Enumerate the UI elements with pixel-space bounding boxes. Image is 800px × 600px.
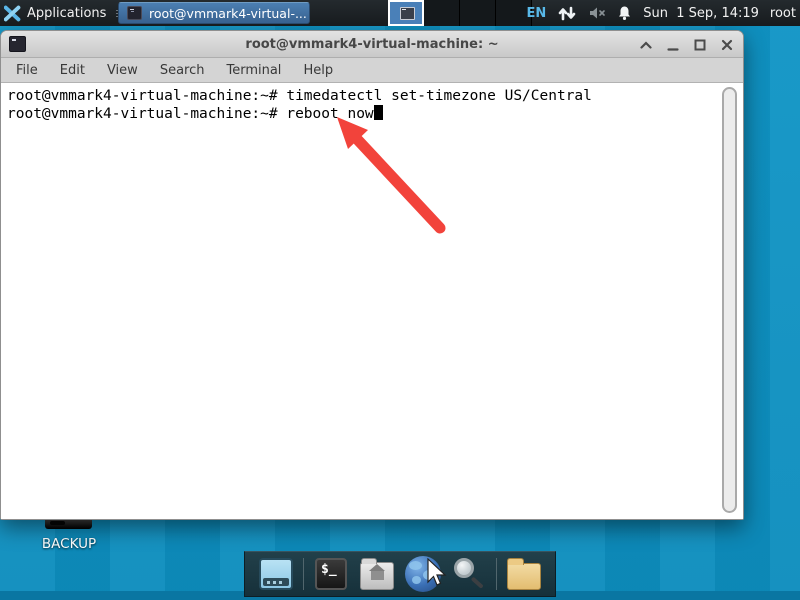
scrollbar-thumb[interactable] — [722, 87, 737, 513]
system-tray: EN Sun 1 Sep, 14:19 root — [527, 0, 796, 26]
volume-muted-icon[interactable] — [588, 6, 606, 20]
dock-separator — [496, 558, 497, 590]
magnifier-icon — [451, 556, 487, 592]
network-updown-arrows-icon[interactable] — [557, 5, 577, 21]
workspace-pager — [388, 0, 532, 26]
xfce-logo-icon — [4, 5, 21, 21]
notification-bell-icon[interactable] — [617, 5, 632, 21]
dock-separator — [303, 558, 304, 590]
workspace-3-button[interactable] — [460, 0, 496, 26]
show-desktop-icon — [259, 558, 293, 590]
dock-panel: $_ — [244, 551, 556, 597]
window-title: root@vmmark4-virtual-machine: ~ — [245, 36, 499, 52]
shade-button[interactable] — [639, 38, 652, 51]
top-panel: Applications root@vmmark4-virtual-... EN… — [0, 0, 800, 26]
taskbar-window-label: root@vmmark4-virtual-... — [149, 5, 307, 21]
menu-terminal[interactable]: Terminal — [215, 60, 292, 81]
show-desktop-button[interactable] — [257, 555, 295, 593]
maximize-button[interactable] — [693, 38, 706, 51]
taskbar-window-button[interactable]: root@vmmark4-virtual-... — [118, 2, 310, 24]
terminal-icon — [127, 6, 142, 20]
applications-menu[interactable]: Applications — [4, 0, 124, 26]
terminal-line-text: root@vmmark4-virtual-machine:~# reboot n… — [7, 106, 374, 122]
menu-help[interactable]: Help — [292, 60, 344, 81]
folder-icon — [507, 558, 541, 590]
clock[interactable]: Sun 1 Sep, 14:19 — [643, 6, 759, 21]
folder-launcher-button[interactable] — [505, 555, 543, 593]
minimize-button[interactable] — [666, 38, 679, 51]
terminal-menubar: File Edit View Search Terminal Help — [1, 58, 743, 83]
workspace-1-button[interactable] — [388, 0, 424, 26]
session-user-label[interactable]: root — [770, 6, 796, 21]
house-glyph — [369, 564, 385, 580]
file-manager-launcher-button[interactable] — [358, 555, 396, 593]
terminal-window: root@vmmark4-virtual-machine: ~ File Edi… — [0, 30, 744, 520]
web-browser-launcher-button[interactable] — [404, 555, 442, 593]
keyboard-layout-indicator[interactable]: EN — [527, 6, 547, 21]
window-titlebar[interactable]: root@vmmark4-virtual-machine: ~ — [1, 31, 743, 58]
close-button[interactable] — [720, 38, 733, 51]
menu-search[interactable]: Search — [149, 60, 216, 81]
workspace-2-button[interactable] — [424, 0, 460, 26]
app-finder-launcher-button[interactable] — [450, 555, 488, 593]
terminal-emulator-icon: $_ — [315, 558, 347, 590]
terminal-icon — [9, 36, 26, 52]
terminal-line: root@vmmark4-virtual-machine:~# reboot n… — [7, 105, 743, 123]
terminal-output-area[interactable]: root@vmmark4-virtual-machine:~# timedate… — [1, 83, 743, 519]
window-controls — [639, 31, 733, 58]
home-folder-icon — [360, 558, 394, 590]
menu-view[interactable]: View — [96, 60, 149, 81]
terminal-cursor — [373, 105, 383, 120]
menu-file[interactable]: File — [5, 60, 49, 81]
terminal-line: root@vmmark4-virtual-machine:~# timedate… — [7, 88, 592, 104]
menu-edit[interactable]: Edit — [49, 60, 96, 81]
terminal-launcher-button[interactable]: $_ — [312, 555, 350, 593]
applications-label[interactable]: Applications — [27, 6, 106, 21]
web-browser-globe-icon — [405, 556, 441, 592]
workspace-window-thumb — [400, 7, 415, 20]
backup-icon-label[interactable]: BACKUP — [21, 536, 117, 552]
